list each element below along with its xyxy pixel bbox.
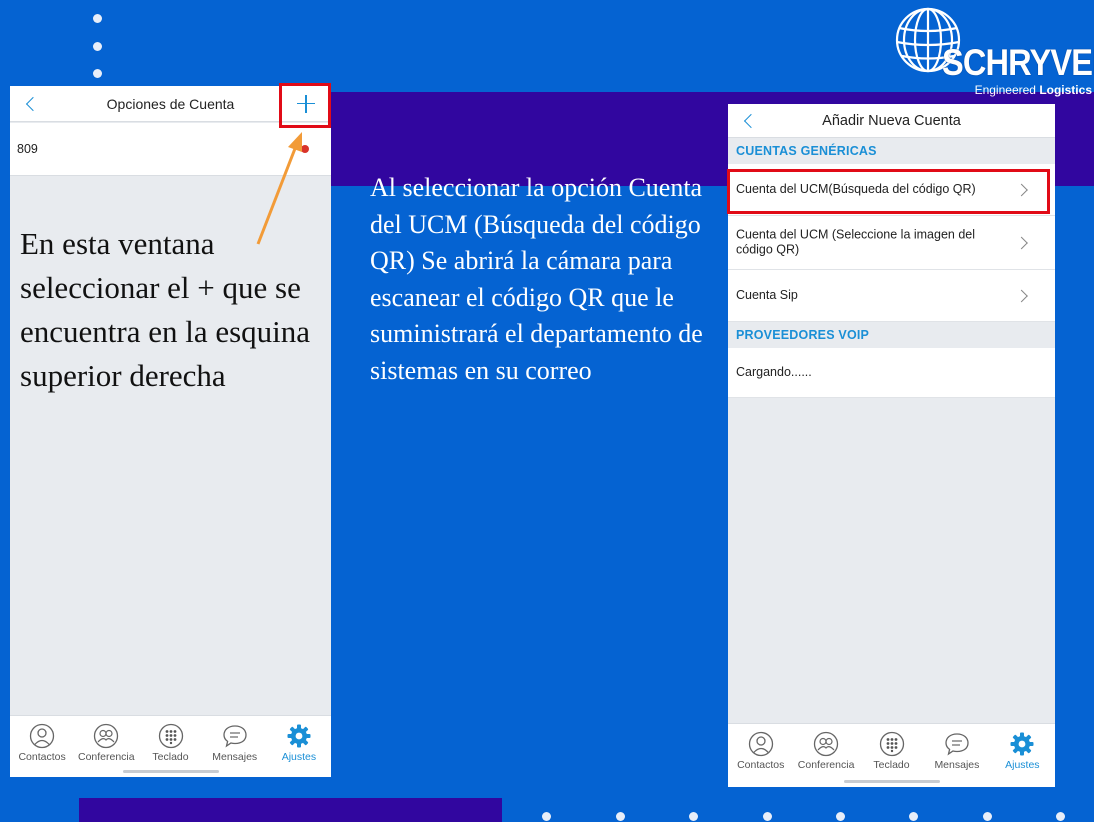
nav-label: Contactos xyxy=(737,759,785,771)
nav-label: Teclado xyxy=(873,759,910,771)
loading-text: Cargando...... xyxy=(736,364,812,379)
list-item-label: Cuenta Sip xyxy=(736,287,798,302)
decorative-dot xyxy=(836,812,845,821)
decorative-dot xyxy=(542,812,551,821)
list-item-ucm-qr-image[interactable]: Cuenta del UCM (Seleccione la imagen del… xyxy=(728,216,1055,270)
account-row[interactable]: 809 xyxy=(10,123,331,176)
bottom-nav: Contactos Conferencia Teclado Mensajes A… xyxy=(728,723,1055,787)
dialpad-icon xyxy=(879,731,904,757)
messages-icon xyxy=(945,733,969,756)
nav-item-ajustes[interactable]: Ajustes xyxy=(990,724,1055,787)
nav-item-teclado[interactable]: Teclado xyxy=(138,716,202,777)
conference-icon xyxy=(813,731,839,757)
decorative-dot xyxy=(689,812,698,821)
section-header-voip: PROVEEDORES VOIP xyxy=(736,328,870,342)
decorative-dot xyxy=(93,14,102,23)
nav-item-mensajes[interactable]: Mensajes xyxy=(203,716,267,777)
nav-label: Teclado xyxy=(152,751,189,763)
bottom-nav: Contactos Conferencia Teclado Mensajes A… xyxy=(10,715,331,777)
decorative-dot xyxy=(909,812,918,821)
decorative-dot xyxy=(763,812,772,821)
nav-item-conferencia[interactable]: Conferencia xyxy=(74,716,138,777)
home-indicator xyxy=(843,780,940,783)
messages-icon xyxy=(223,725,247,748)
nav-label: Conferencia xyxy=(77,751,135,763)
home-indicator xyxy=(122,770,219,773)
section-header-generic: CUENTAS GENÉRICAS xyxy=(736,144,877,158)
list-item-loading: Cargando...... xyxy=(728,348,1055,398)
decorative-dot xyxy=(983,812,992,821)
nav-item-mensajes[interactable]: Mensajes xyxy=(924,724,989,787)
highlight-plus-button xyxy=(279,83,331,128)
conference-icon xyxy=(94,723,119,749)
instruction-left: En esta ventana seleccionar el + que se … xyxy=(20,226,311,393)
nav-item-conferencia[interactable]: Conferencia xyxy=(793,724,858,787)
brand-tagline: Engineered Logistics xyxy=(974,83,1092,97)
nav-label: Contactos xyxy=(18,751,66,763)
account-number: 809 xyxy=(17,142,38,156)
list-item-label: Cuenta del UCM (Seleccione la imagen del… xyxy=(736,226,976,257)
dialpad-icon xyxy=(158,723,183,749)
chevron-right-icon xyxy=(1015,289,1028,302)
nav-label: Ajustes xyxy=(1005,759,1040,771)
nav-label: Mensajes xyxy=(212,751,258,763)
nav-item-teclado[interactable]: Teclado xyxy=(859,724,924,787)
gear-icon xyxy=(1010,732,1034,756)
brand-name: SCHRYVER xyxy=(942,42,1094,83)
decorative-dot xyxy=(93,42,102,51)
decorative-band-bottom xyxy=(79,798,502,822)
account-options-screen: Opciones de Cuenta 809 Contactos Confere… xyxy=(10,86,331,777)
screen-title: Opciones de Cuenta xyxy=(106,95,235,112)
contacts-icon xyxy=(29,723,55,749)
nav-label: Mensajes xyxy=(934,759,980,771)
contacts-icon xyxy=(748,731,773,757)
instruction-middle: Al seleccionar la opción Cuenta del UCM … xyxy=(370,173,703,385)
decorative-dot xyxy=(616,812,625,821)
company-logo: SCHRYVER Engineered Logistics xyxy=(890,4,1094,100)
back-icon[interactable] xyxy=(743,113,759,128)
nav-item-ajustes[interactable]: Ajustes xyxy=(267,716,331,777)
screen-title: Añadir Nueva Cuenta xyxy=(822,112,961,129)
decorative-dot xyxy=(93,69,102,78)
decorative-dot xyxy=(1056,812,1065,821)
list-item-sip[interactable]: Cuenta Sip xyxy=(728,270,1055,322)
nav-item-contactos[interactable]: Contactos xyxy=(10,716,74,777)
back-icon[interactable] xyxy=(25,96,41,111)
nav-label: Conferencia xyxy=(797,759,855,771)
screen-header: Añadir Nueva Cuenta xyxy=(728,104,1055,138)
nav-item-contactos[interactable]: Contactos xyxy=(728,724,793,787)
status-dot xyxy=(301,145,309,153)
gear-icon xyxy=(287,724,311,748)
nav-label: Ajustes xyxy=(281,751,317,763)
highlight-ucm-qr-option xyxy=(727,169,1050,214)
chevron-right-icon xyxy=(1015,236,1028,249)
